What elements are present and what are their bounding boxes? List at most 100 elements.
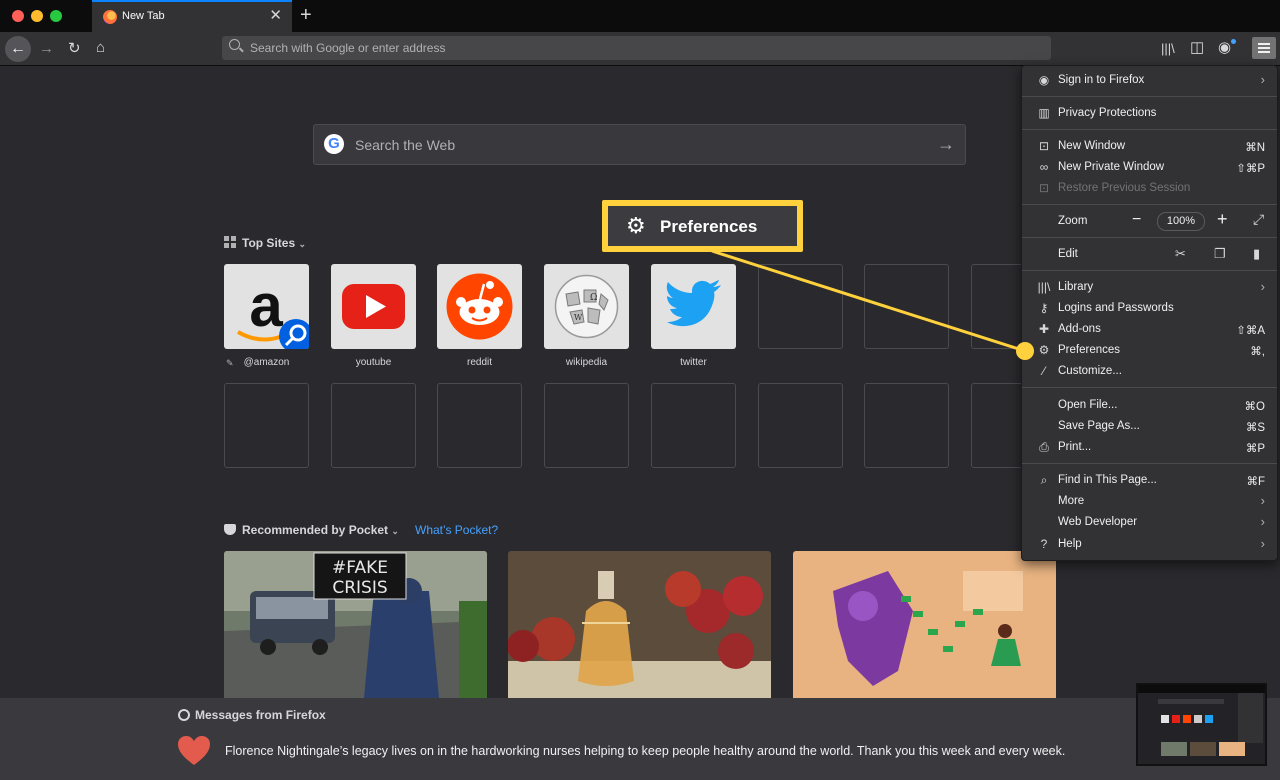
empty-top-site[interactable]	[651, 383, 736, 468]
protest-photo: #FAKE CRISIS	[224, 551, 487, 698]
paste-icon[interactable]: ▮	[1253, 246, 1260, 262]
top-site-label: reddit	[466, 357, 492, 368]
messages-header: Messages from Firefox	[178, 708, 326, 722]
menu-customize[interactable]: ⁄ Customize...	[1022, 361, 1277, 382]
menu-label: Help	[1058, 538, 1082, 550]
search-icon: ⌕	[1040, 473, 1048, 487]
menu-sign-in[interactable]: ◉ Sign in to Firefox ›	[1022, 70, 1277, 91]
reload-button[interactable]: ↻	[68, 40, 81, 58]
address-placeholder: Search with Google or enter address	[250, 41, 446, 55]
menu-new-private-window[interactable]: ∞ New Private Window ⇧⌘P	[1022, 157, 1277, 178]
account-icon[interactable]: ◉	[1218, 39, 1231, 57]
address-bar[interactable]: Search with Google or enter address	[222, 36, 1051, 60]
minimize-window-button[interactable]	[31, 10, 43, 22]
pocket-header[interactable]: Recommended by Pocket ⌄	[224, 523, 399, 537]
new-tab-button[interactable]: +	[300, 4, 312, 26]
menu-find[interactable]: ⌕ Find in This Page... ⌘F	[1022, 470, 1277, 491]
zoom-reset-button[interactable]: 100%	[1157, 212, 1205, 231]
library-icon[interactable]: |||\	[1161, 40, 1175, 58]
callout-inner: ⚙ Preferences	[608, 206, 797, 246]
empty-top-site[interactable]	[224, 383, 309, 468]
messages-title: Messages from Firefox	[195, 708, 326, 722]
empty-top-site[interactable]	[437, 383, 522, 468]
empty-top-site[interactable]	[758, 383, 843, 468]
help-icon: ?	[1040, 537, 1048, 551]
gear-icon: ⚙	[626, 213, 646, 238]
zoom-window-button[interactable]	[50, 10, 62, 22]
empty-top-site[interactable]	[864, 264, 949, 349]
pocket-card-illustration[interactable]	[793, 551, 1056, 698]
menu-addons[interactable]: ✚ Add-ons ⇧⌘A	[1022, 319, 1277, 340]
menu-library[interactable]: |||\ Library ›	[1022, 277, 1277, 298]
tab-new-tab[interactable]: New Tab ✕	[92, 0, 292, 32]
top-site-twitter[interactable]	[651, 264, 736, 349]
menu-label: More	[1058, 495, 1085, 507]
money-illustration	[793, 551, 1056, 698]
wikipedia-logo: Ω W	[554, 274, 619, 339]
hamburger-menu-button[interactable]	[1252, 37, 1276, 59]
twitter-logo	[666, 280, 721, 327]
callout-dot	[1016, 342, 1034, 360]
chevron-down-icon: ⌄	[391, 526, 399, 536]
menu-label: Zoom	[1058, 215, 1088, 227]
menu-shortcut: ⌘,	[1250, 346, 1265, 358]
close-window-button[interactable]	[12, 10, 24, 22]
pocket-card-vinegar[interactable]	[508, 551, 771, 698]
menu-privacy-protections[interactable]: ▥ Privacy Protections	[1022, 103, 1277, 124]
top-sites-header[interactable]: Top Sites ⌄	[224, 236, 306, 250]
svg-text:Ω: Ω	[590, 293, 597, 303]
menu-label: Print...	[1058, 441, 1092, 453]
top-site-reddit[interactable]	[437, 264, 522, 349]
menu-separator	[1022, 463, 1277, 464]
back-button[interactable]: ←	[5, 36, 31, 62]
empty-top-site[interactable]	[331, 383, 416, 468]
whats-pocket-link[interactable]: What’s Pocket?	[415, 523, 498, 537]
copy-icon[interactable]: ❐	[1214, 246, 1226, 262]
menu-print[interactable]: ⎙ Print... ⌘P	[1022, 437, 1277, 458]
menu-separator	[1022, 96, 1277, 97]
puzzle-icon: ✚	[1038, 322, 1050, 336]
zoom-out-button[interactable]: −	[1132, 211, 1141, 229]
menu-new-window[interactable]: ⊡ New Window ⌘N	[1022, 136, 1277, 157]
empty-top-site[interactable]	[864, 383, 949, 468]
home-button[interactable]: ⌂	[96, 39, 105, 57]
menu-label: Find in This Page...	[1058, 474, 1157, 486]
zoom-in-button[interactable]: +	[1217, 209, 1228, 230]
menu-preferences[interactable]: ⚙ Preferences ⌘,	[1022, 340, 1277, 361]
svg-text:a: a	[249, 272, 283, 339]
pocket-card-protest[interactable]: #FAKE CRISIS	[224, 551, 487, 698]
top-site-wikipedia[interactable]: Ω W	[544, 264, 629, 349]
top-site-amazon[interactable]: a	[224, 264, 313, 353]
menu-separator	[1022, 270, 1277, 271]
preferences-callout: ⚙ Preferences	[602, 200, 803, 252]
grid-icon	[224, 236, 236, 248]
top-site-label: @amazon	[243, 357, 290, 368]
menu-edit: Edit ✂ ❐ ▮	[1022, 244, 1277, 265]
forward-button[interactable]: →	[39, 40, 54, 58]
menu-help[interactable]: ? Help ›	[1022, 534, 1277, 555]
menu-label: Edit	[1058, 248, 1078, 260]
heart-icon	[177, 735, 211, 772]
message-text[interactable]: Florence Nightingale’s legacy lives on i…	[225, 744, 1065, 758]
search-go-arrow-icon[interactable]: →	[937, 134, 955, 155]
top-site-youtube[interactable]	[331, 264, 416, 349]
cut-icon[interactable]: ✂	[1175, 246, 1186, 262]
account-icon: ◉	[1038, 73, 1050, 87]
empty-top-site[interactable]	[758, 264, 843, 349]
menu-save-page[interactable]: Save Page As... ⌘S	[1022, 416, 1277, 437]
chevron-right-icon: ›	[1260, 72, 1265, 87]
web-search-box[interactable]: G Search the Web →	[313, 124, 966, 165]
menu-web-developer[interactable]: Web Developer ›	[1022, 512, 1277, 533]
tab-close-icon[interactable]: ✕	[269, 8, 282, 24]
menu-more[interactable]: More ›	[1022, 491, 1277, 512]
menu-label: Customize...	[1058, 365, 1122, 377]
screenshot-thumbnail[interactable]	[1136, 683, 1267, 766]
fullscreen-icon[interactable]: ⤢	[1253, 211, 1264, 228]
menu-logins[interactable]: ⚷ Logins and Passwords	[1022, 298, 1277, 319]
menu-open-file[interactable]: Open File... ⌘O	[1022, 395, 1277, 416]
pocket-icon	[224, 524, 236, 535]
menu-label: New Window	[1058, 140, 1126, 152]
menu-separator	[1022, 387, 1277, 388]
empty-top-site[interactable]	[544, 383, 629, 468]
sidebar-icon[interactable]: ◫	[1190, 39, 1204, 57]
